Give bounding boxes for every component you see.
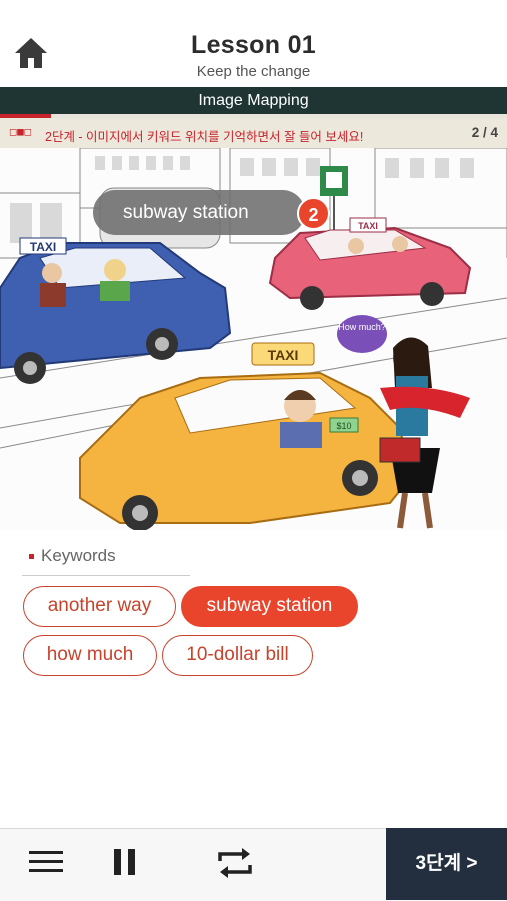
step-instruction-bar: ◻◼◻ 2단계 - 이미지에서 키워드 위치를 기억하면서 잘 들어 보세요! … [0,118,507,148]
keyword-number-badge: 2 [297,197,330,230]
step-counter: 2 / 4 [471,125,498,140]
bullet-icon [29,554,34,559]
step-indicator-icon: ◻◼◻ [9,127,32,138]
next-step-button[interactable]: 3단계 > [386,828,507,900]
step-instruction-text: 2단계 - 이미지에서 키워드 위치를 기억하면서 잘 들어 보세요! [45,130,364,144]
keywords-header: Keywords [22,543,190,576]
keyword-chip[interactable]: subway station [181,586,358,627]
mode-title-bar: Image Mapping [0,87,507,114]
taxi-sign-1: TAXI [30,240,56,254]
taxi-sign-3: TAXI [268,347,299,363]
taxi-sign-2: TAXI [358,221,378,231]
lesson-title: Lesson 01 [191,31,316,59]
app-header: Lesson 01 Keep the change [0,0,507,87]
lesson-subtitle: Keep the change [196,63,311,80]
keyword-chip[interactable]: 10-dollar bill [162,635,313,676]
menu-icon[interactable] [29,850,63,879]
keyword-chip[interactable]: another way [23,586,176,627]
keyword-location-tooltip: subway station [93,190,305,235]
repeat-icon[interactable] [216,845,254,886]
keyword-chip[interactable]: how much [23,635,157,676]
pause-icon[interactable] [113,848,137,881]
speech-bubble-text: How much? [338,322,386,332]
keywords-heading: Keywords [41,546,116,565]
bill-label: $10 [336,421,351,431]
